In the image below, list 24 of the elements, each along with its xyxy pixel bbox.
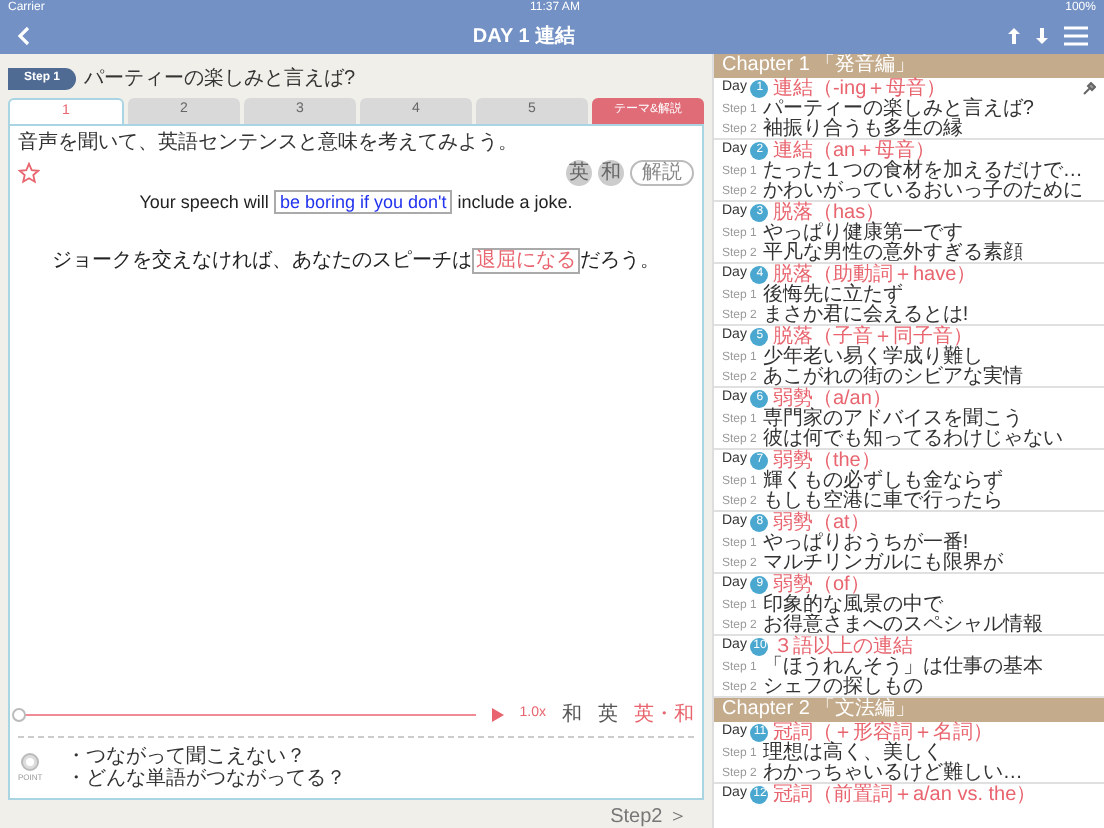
answer-blank: 退屈になる xyxy=(472,247,580,273)
menu-icon[interactable] xyxy=(1063,26,1088,46)
english-sentence: Your speech will be boring if you don't include a joke. xyxy=(137,190,575,217)
progress-thumb[interactable] xyxy=(12,708,26,722)
star-icon[interactable] xyxy=(18,162,40,184)
view-toggle[interactable]: 和 xyxy=(598,160,624,186)
instruction-text: 音声を聞いて、英語センテンスと意味を考えてみよう。 xyxy=(18,134,520,154)
down-arrow-icon[interactable] xyxy=(1035,28,1048,44)
language-mode-button[interactable]: 和 xyxy=(562,700,582,730)
page-title: DAY 1 連結 xyxy=(472,23,576,51)
chapter-header: Chapter 2 「文法編」 xyxy=(714,698,1104,722)
language-mode-button[interactable]: 英 xyxy=(598,700,618,730)
japanese-sentence: ジョークを交えなければ、あなたのスピーチは 退屈になる だろう。 xyxy=(50,245,662,275)
point-text: ・つながって聞こえない？ xyxy=(66,746,309,768)
step-title: パーティーの楽しみと言えば? xyxy=(84,65,356,93)
up-arrow-icon[interactable] xyxy=(1007,28,1020,44)
answer-blank: be boring if you don't xyxy=(273,190,453,214)
pin-icon xyxy=(1082,82,1096,96)
point-icon xyxy=(20,752,41,772)
point-text: ・どんな単語がつながってる？ xyxy=(66,768,347,790)
next-step-link[interactable]: Step2 ＞ xyxy=(610,801,688,828)
play-icon[interactable] xyxy=(491,708,504,722)
view-toggle[interactable]: 解説 xyxy=(630,160,694,186)
view-toggle[interactable]: 英 xyxy=(566,160,592,186)
